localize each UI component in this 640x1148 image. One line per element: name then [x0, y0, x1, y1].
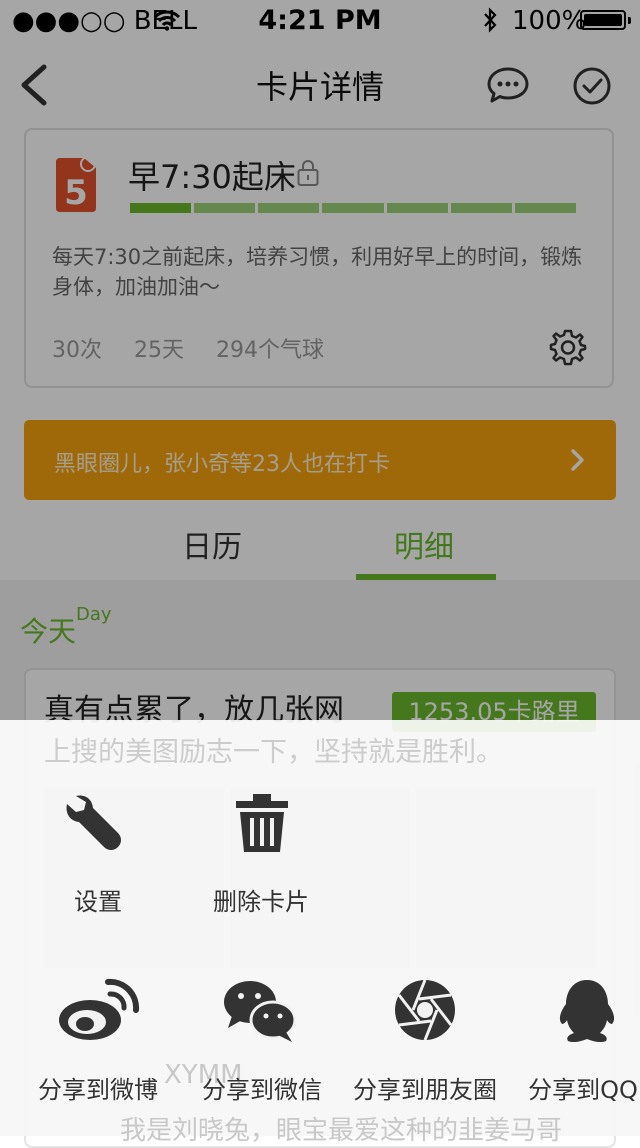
qq-icon — [559, 980, 615, 1043]
background-fragment: 我是刘晓兔，眼宝最爱这种的韭姜马哥 — [120, 1116, 563, 1146]
trash-icon — [236, 794, 288, 852]
moments-icon — [395, 979, 455, 1041]
entry-text-continued: 上搜的美图励志一下，坚持就是胜利。 — [44, 737, 503, 768]
wrench-icon — [66, 795, 121, 850]
wechat-icon — [224, 981, 297, 1042]
delete-card-action[interactable]: 删除卡片 — [196, 790, 326, 920]
settings-label: 设置 — [74, 888, 122, 916]
share-weibo-label: 分享到微博 — [38, 1076, 158, 1104]
delete-card-label: 删除卡片 — [213, 888, 309, 916]
share-wechat-label: 分享到微信 — [202, 1076, 322, 1104]
share-wechat-action[interactable]: 分享到微信 — [194, 976, 330, 1104]
settings-action[interactable]: 设置 — [36, 790, 160, 920]
dim-overlay[interactable] — [0, 0, 640, 720]
share-moments-action[interactable]: 分享到朋友圈 — [350, 976, 500, 1104]
share-qq-label: 分享到QQ — [528, 1076, 638, 1104]
share-qq-action[interactable]: 分享到QQ — [526, 976, 640, 1104]
weibo-icon — [59, 978, 140, 1040]
share-weibo-action[interactable]: 分享到微博 — [30, 976, 166, 1104]
share-moments-label: 分享到朋友圈 — [353, 1076, 497, 1104]
